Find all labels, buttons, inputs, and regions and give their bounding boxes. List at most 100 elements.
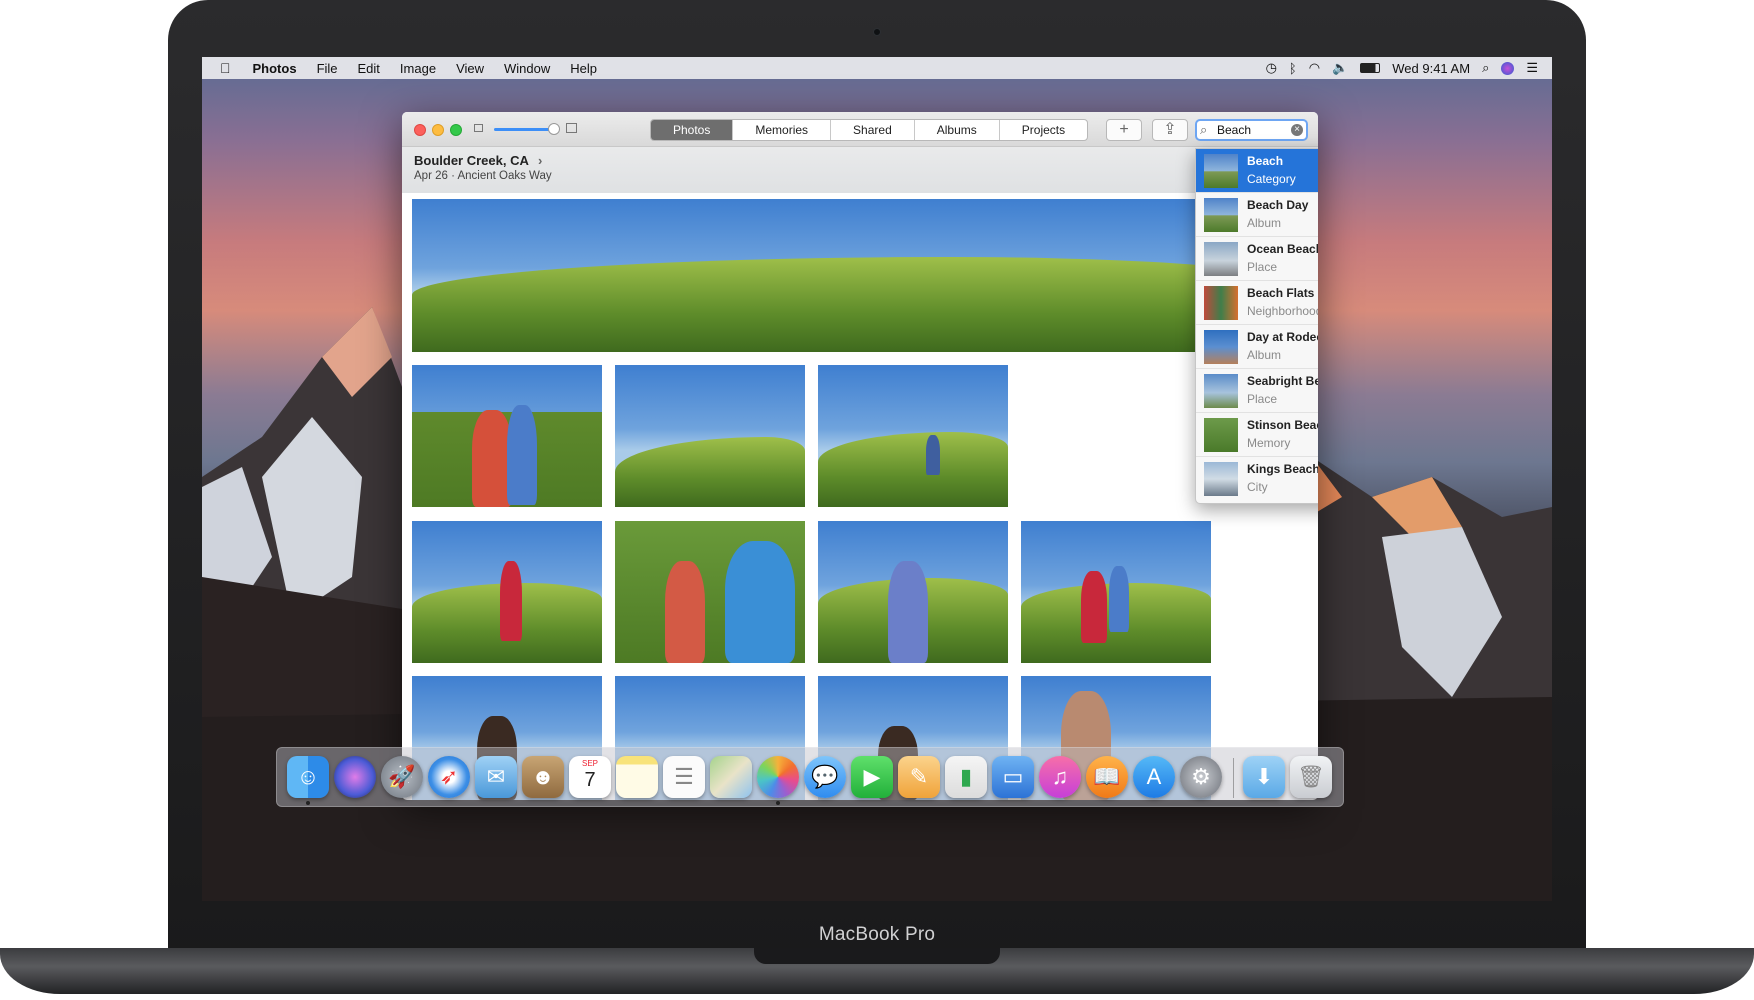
window-toolbar: Photos Memories Shared Albums Projects +… xyxy=(402,112,1318,147)
search-results-dropdown: Beach Category 617 Beach Day Album 148 O… xyxy=(1195,148,1318,504)
photo-person xyxy=(888,561,928,663)
search-result-item[interactable]: Seabright Beach Place 19 xyxy=(1196,369,1318,413)
notification-center-icon[interactable]: ☰ xyxy=(1526,60,1538,76)
clear-search-icon[interactable]: × xyxy=(1291,124,1303,136)
close-window-button[interactable] xyxy=(414,124,426,136)
menu-edit[interactable]: Edit xyxy=(348,61,390,76)
launchpad-icon[interactable]: 🚀 xyxy=(381,756,423,798)
running-indicator xyxy=(776,801,780,805)
clock[interactable]: Wed 9:41 AM xyxy=(1392,61,1470,76)
tab-albums[interactable]: Albums xyxy=(913,120,999,140)
battery-icon[interactable] xyxy=(1360,63,1381,73)
photo-thumbnail[interactable] xyxy=(412,199,1308,352)
tab-memories[interactable]: Memories xyxy=(732,120,830,140)
search-result-item[interactable]: Day at Rodeo Beach Album 56 xyxy=(1196,325,1318,369)
spotlight-icon[interactable]: ⌕ xyxy=(1482,60,1489,76)
menu-file[interactable]: File xyxy=(307,61,348,76)
maps-icon[interactable] xyxy=(710,756,752,798)
photos-icon[interactable] xyxy=(757,756,799,798)
reminders-icon[interactable]: ☰ xyxy=(663,756,705,798)
status-area: ◷ ᛒ ◠ 🔈 Wed 9:41 AM ⌕ ☰ xyxy=(1266,60,1552,76)
add-button[interactable]: + xyxy=(1106,119,1142,141)
result-name: Beach Day xyxy=(1247,198,1309,212)
safari-icon[interactable]: ➶ xyxy=(428,756,470,798)
volume-icon[interactable]: 🔈 xyxy=(1332,60,1348,76)
search-icon: ⌕ xyxy=(1200,122,1208,137)
view-tabs: Photos Memories Shared Albums Projects xyxy=(650,119,1089,141)
result-name: Kings Beach xyxy=(1247,462,1318,476)
photo-grass xyxy=(412,257,1308,352)
contacts-icon[interactable]: ☻ xyxy=(522,756,564,798)
photo-thumbnail[interactable] xyxy=(412,365,602,507)
menu-help[interactable]: Help xyxy=(560,61,607,76)
trash-icon[interactable]: 🗑 xyxy=(1290,756,1332,798)
app-store-icon[interactable]: A xyxy=(1133,756,1175,798)
search-input[interactable]: Beach xyxy=(1217,123,1251,137)
photo-person xyxy=(926,435,940,475)
time-machine-icon[interactable]: ◷ xyxy=(1266,60,1277,76)
messages-icon[interactable]: 💬 xyxy=(804,756,846,798)
search-result-item[interactable]: Beach Flats Neighborhood 72 xyxy=(1196,281,1318,325)
result-thumbnail xyxy=(1204,286,1238,320)
photo-thumbnail[interactable] xyxy=(1021,521,1211,663)
bluetooth-icon[interactable]: ᛒ xyxy=(1289,61,1297,76)
siri-menu-icon[interactable] xyxy=(1501,61,1515,75)
menu-image[interactable]: Image xyxy=(390,61,446,76)
itunes-icon[interactable]: ♫ xyxy=(1039,756,1081,798)
zoom-slider[interactable] xyxy=(494,128,554,131)
tab-shared[interactable]: Shared xyxy=(830,120,914,140)
photo-thumbnail[interactable] xyxy=(615,365,805,507)
photo-person xyxy=(500,561,522,641)
moment-location[interactable]: Boulder Creek, CA xyxy=(414,153,528,168)
search-result-item[interactable]: Stinson Beach Memory 42 xyxy=(1196,413,1318,457)
mail-icon[interactable]: ✉ xyxy=(475,756,517,798)
pages-icon[interactable]: ✎ xyxy=(898,756,940,798)
tab-photos[interactable]: Photos xyxy=(651,120,733,140)
system-preferences-icon[interactable]: ⚙ xyxy=(1180,756,1222,798)
calendar-day: 7 xyxy=(584,769,596,791)
downloads-folder-icon[interactable]: ⬇ xyxy=(1243,756,1285,798)
moment-title[interactable]: Boulder Creek, CA › xyxy=(414,153,542,168)
siri-icon[interactable] xyxy=(334,756,376,798)
menu-app-photos[interactable]: Photos xyxy=(243,61,307,76)
result-thumbnail xyxy=(1204,374,1238,408)
menu-bar:  Photos File Edit Image View Window Hel… xyxy=(202,57,1552,79)
search-field[interactable]: ⌕ Beach × xyxy=(1195,119,1308,141)
photo-thumbnail[interactable] xyxy=(412,521,602,663)
apple-menu-icon[interactable]:  xyxy=(202,60,243,76)
numbers-icon[interactable]: ▮ xyxy=(945,756,987,798)
search-result-item[interactable]: Kings Beach City 33 xyxy=(1196,457,1318,501)
calendar-icon[interactable]: SEP 7 xyxy=(569,756,611,798)
photo-thumbnail[interactable] xyxy=(818,365,1008,507)
zoom-window-button[interactable] xyxy=(450,124,462,136)
wifi-icon[interactable]: ◠ xyxy=(1309,60,1320,76)
photo-person xyxy=(1109,566,1129,632)
tab-projects[interactable]: Projects xyxy=(998,120,1087,140)
chevron-right-icon[interactable]: › xyxy=(538,153,542,168)
minimize-window-button[interactable] xyxy=(432,124,444,136)
result-type: Album xyxy=(1247,348,1282,362)
menu-window[interactable]: Window xyxy=(494,61,560,76)
result-type: Place xyxy=(1247,260,1278,274)
photo-thumbnail[interactable] xyxy=(818,521,1008,663)
zoom-slider-knob[interactable] xyxy=(548,123,560,135)
search-result-item[interactable]: Beach Category 617 xyxy=(1196,149,1318,193)
ibooks-icon[interactable]: 📖 xyxy=(1086,756,1128,798)
notes-icon[interactable] xyxy=(616,756,658,798)
photo-thumbnail[interactable] xyxy=(615,521,805,663)
finder-icon[interactable]: ☺ xyxy=(287,756,329,798)
result-type: Album xyxy=(1247,216,1282,230)
result-thumbnail xyxy=(1204,198,1238,232)
menu-view[interactable]: View xyxy=(446,61,494,76)
share-button[interactable]: ⇪ xyxy=(1152,119,1188,141)
search-result-item[interactable]: Ocean Beach Place 143 xyxy=(1196,237,1318,281)
running-indicator xyxy=(306,801,310,805)
result-thumbnail xyxy=(1204,418,1238,452)
result-thumbnail xyxy=(1204,462,1238,496)
keynote-icon[interactable]: ▭ xyxy=(992,756,1034,798)
search-result-item[interactable]: Beach Day Album 148 xyxy=(1196,193,1318,237)
photo-person xyxy=(665,561,705,663)
dock-separator xyxy=(1233,758,1234,798)
result-type: Memory xyxy=(1247,436,1291,450)
facetime-icon[interactable]: ▶ xyxy=(851,756,893,798)
